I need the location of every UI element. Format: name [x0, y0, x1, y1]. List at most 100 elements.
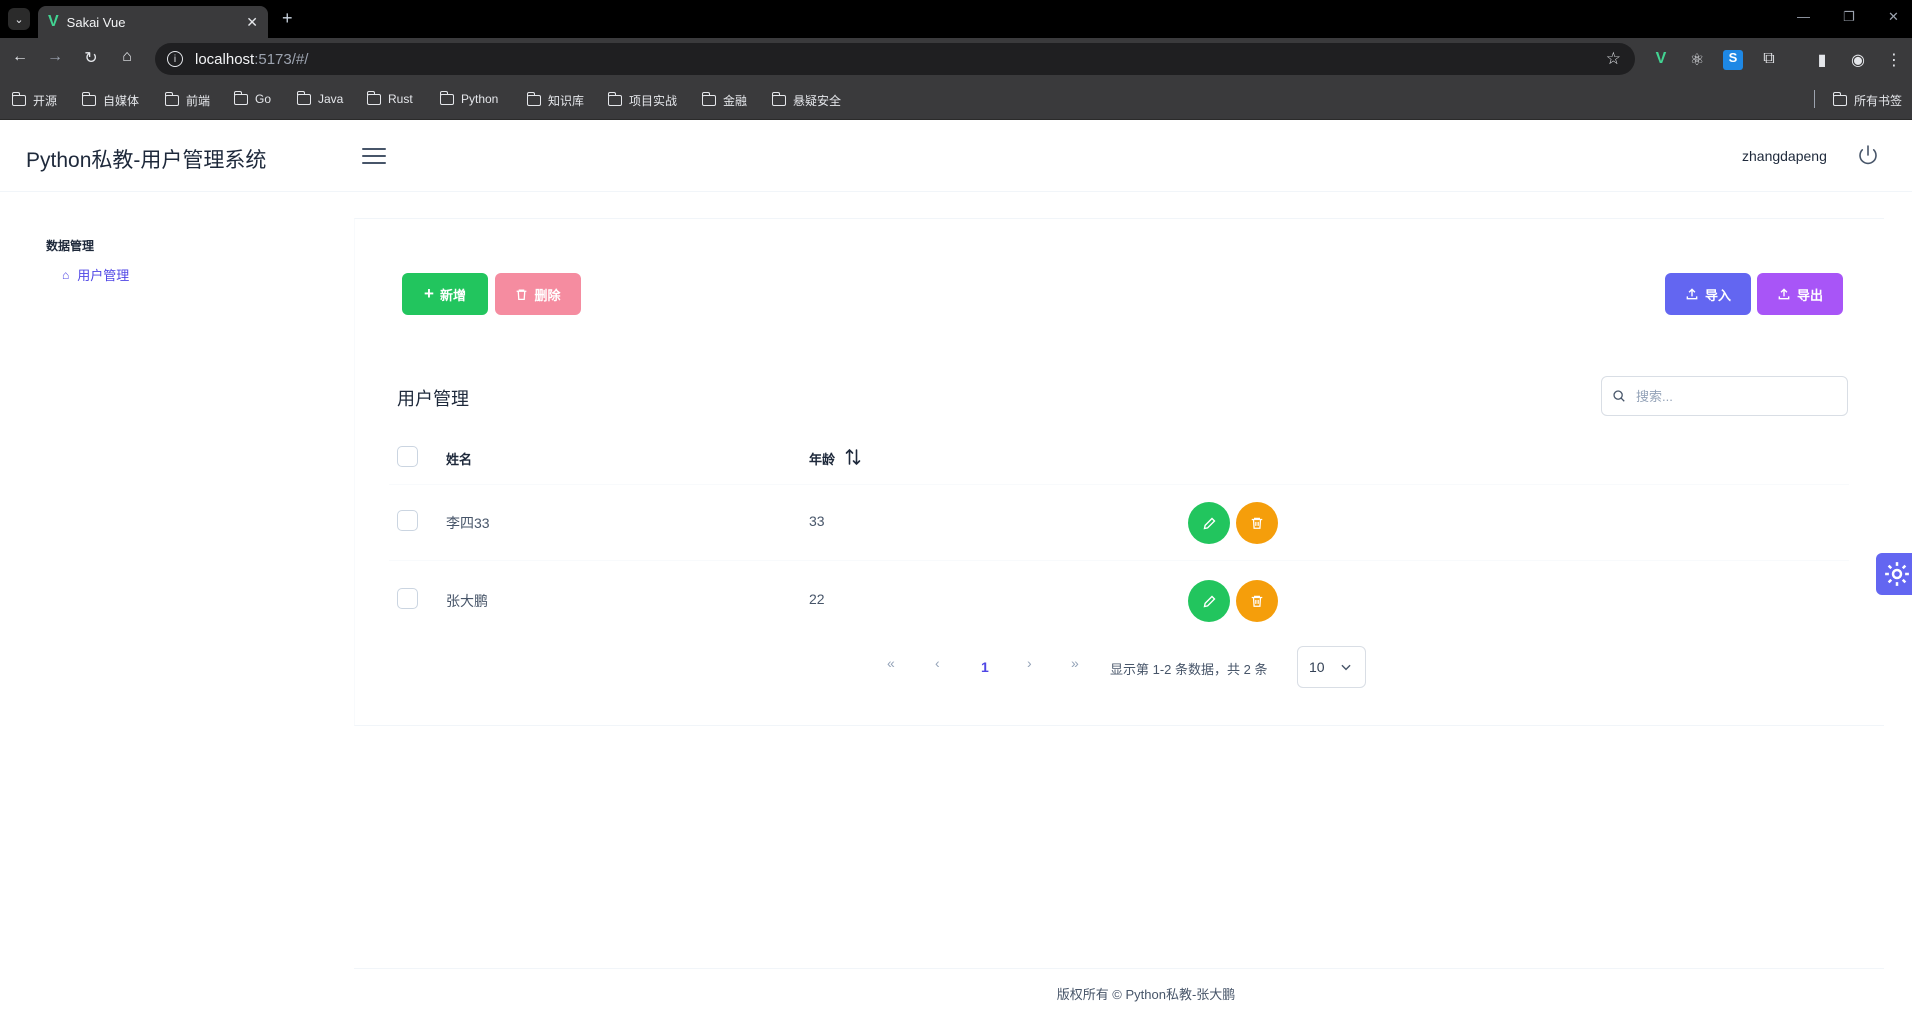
folder-icon: [11, 92, 26, 106]
pencil-icon: [1203, 517, 1215, 529]
bookmark-folder[interactable]: 开源: [11, 92, 57, 109]
folder-icon: [607, 92, 622, 106]
upload-icon: [1686, 288, 1698, 300]
browser-tab[interactable]: V Sakai Vue ✕: [38, 6, 268, 38]
restore-icon[interactable]: ❐: [1843, 9, 1855, 25]
bookmark-folder[interactable]: Python: [439, 90, 498, 106]
side-panel-icon[interactable]: ▮: [1812, 50, 1832, 70]
new-tab-icon[interactable]: +: [282, 8, 293, 29]
pagination-summary: 显示第 1-2 条数据，共 2 条: [1110, 662, 1268, 677]
delete-button[interactable]: 删除: [495, 273, 581, 315]
delete-row-button[interactable]: [1236, 580, 1278, 622]
page-button-current[interactable]: 1: [981, 659, 989, 675]
react-extension-icon[interactable]: ⚛: [1687, 50, 1707, 70]
folder-icon: [439, 90, 454, 105]
bookmark-folder[interactable]: Go: [233, 90, 271, 106]
folder-icon: [526, 92, 541, 106]
row-checkbox[interactable]: [397, 588, 418, 609]
folder-icon: [366, 90, 381, 105]
select-all-checkbox[interactable]: [397, 446, 418, 467]
column-header-age[interactable]: 年龄: [809, 449, 835, 468]
bookmark-folder[interactable]: 悬疑安全: [771, 92, 841, 109]
footer-copyright: 版权所有 © Python私教-张大鹏: [1056, 987, 1236, 1002]
bookmark-folder[interactable]: Rust: [366, 90, 413, 106]
row-checkbox[interactable]: [397, 510, 418, 531]
bookmark-folder[interactable]: Java: [296, 90, 343, 106]
next-page-button[interactable]: ›: [1027, 655, 1032, 671]
bookmarks-bar: 开源 自媒体 前端 Go Java Rust Python 知识库 项目实战 金…: [0, 80, 1912, 120]
folder-icon: [771, 92, 786, 106]
home-icon: ⌂: [62, 267, 70, 282]
layout-config-button[interactable]: [1876, 553, 1912, 595]
prev-page-button[interactable]: ‹: [935, 655, 940, 671]
row-divider: [389, 560, 1849, 561]
edit-row-button[interactable]: [1188, 502, 1230, 544]
folder-icon: [81, 92, 96, 106]
folder-icon: [1832, 92, 1847, 106]
trash-icon: [1251, 595, 1263, 607]
url-field[interactable]: i localhost :5173/#/ ☆: [155, 43, 1635, 75]
import-button[interactable]: 导入: [1665, 273, 1751, 315]
upload-icon: [1778, 288, 1790, 300]
browser-tab-bar: ⌄ V Sakai Vue ✕ + — ❐ ✕: [0, 0, 1912, 38]
tab-search-chevron-icon[interactable]: ⌄: [8, 8, 30, 30]
bookmark-folder[interactable]: 自媒体: [81, 92, 139, 109]
folder-icon: [164, 92, 179, 106]
search-box[interactable]: [1601, 376, 1848, 416]
add-button[interactable]: + 新增: [402, 273, 488, 315]
site-info-icon[interactable]: i: [167, 51, 183, 67]
cell-age: 33: [809, 513, 825, 529]
column-header-name[interactable]: 姓名: [446, 449, 472, 468]
footer-divider: [354, 968, 1884, 969]
sidebar-item-users[interactable]: ⌂ 用户管理: [62, 265, 129, 284]
profile-avatar-icon[interactable]: ◉: [1848, 50, 1868, 70]
browser-address-bar: ← → ↻ ⌂ i localhost :5173/#/ ☆ V ⚛ S ⧉ ▮…: [0, 38, 1912, 80]
bookmark-folder[interactable]: 前端: [164, 92, 210, 109]
all-bookmarks[interactable]: 所有书签: [1832, 92, 1902, 109]
folder-icon: [296, 90, 311, 105]
chevron-down-icon: [1341, 664, 1351, 671]
username: zhangdapeng: [1742, 148, 1827, 164]
bookmark-folder[interactable]: 金融: [701, 92, 747, 109]
window-close-icon[interactable]: ✕: [1888, 9, 1899, 25]
edit-row-button[interactable]: [1188, 580, 1230, 622]
cell-age: 22: [809, 591, 825, 607]
tab-close-icon[interactable]: ✕: [246, 14, 258, 31]
rows-per-page-value: 10: [1309, 659, 1325, 675]
export-button[interactable]: 导出: [1757, 273, 1843, 315]
last-page-button[interactable]: »: [1071, 655, 1079, 671]
forward-icon[interactable]: →: [44, 48, 66, 70]
back-icon[interactable]: ←: [9, 48, 31, 70]
first-page-button[interactable]: «: [887, 655, 895, 671]
reload-icon[interactable]: ↻: [80, 48, 102, 70]
bookmark-divider: [1814, 90, 1815, 108]
extensions-puzzle-icon[interactable]: ⧉: [1759, 50, 1779, 70]
url-path: :5173/#/: [254, 50, 309, 68]
delete-row-button[interactable]: [1236, 502, 1278, 544]
rows-per-page-select[interactable]: 10: [1297, 646, 1366, 688]
vue-devtools-extension-icon[interactable]: V: [1651, 50, 1671, 70]
sort-icon[interactable]: [845, 448, 861, 466]
browser-menu-icon[interactable]: ⋮: [1884, 50, 1904, 70]
search-input[interactable]: [1636, 388, 1836, 404]
app-title[interactable]: Python私教-用户管理系统: [26, 144, 266, 174]
sidebar: 数据管理 ⌂ 用户管理: [0, 192, 330, 1002]
content-card: [354, 218, 1884, 726]
search-icon: [1613, 390, 1625, 402]
folder-icon: [233, 90, 248, 105]
app-topbar: Python私教-用户管理系统 zhangdapeng: [0, 120, 1912, 192]
s-extension-icon[interactable]: S: [1723, 50, 1743, 70]
folder-icon: [701, 92, 716, 106]
home-icon[interactable]: ⌂: [116, 48, 138, 70]
table-title: 用户管理: [397, 389, 469, 409]
minimize-icon[interactable]: —: [1797, 9, 1810, 24]
bookmark-star-icon[interactable]: ☆: [1606, 49, 1621, 69]
power-icon[interactable]: [1856, 144, 1880, 168]
plus-icon: +: [424, 284, 434, 303]
cell-name: 李四33: [446, 515, 490, 531]
bookmark-folder[interactable]: 项目实战: [607, 92, 677, 109]
menu-toggle-icon[interactable]: [362, 148, 386, 166]
sidebar-item-label: 用户管理: [77, 268, 130, 283]
bookmark-folder[interactable]: 知识库: [526, 92, 584, 109]
trash-icon: [517, 289, 527, 300]
